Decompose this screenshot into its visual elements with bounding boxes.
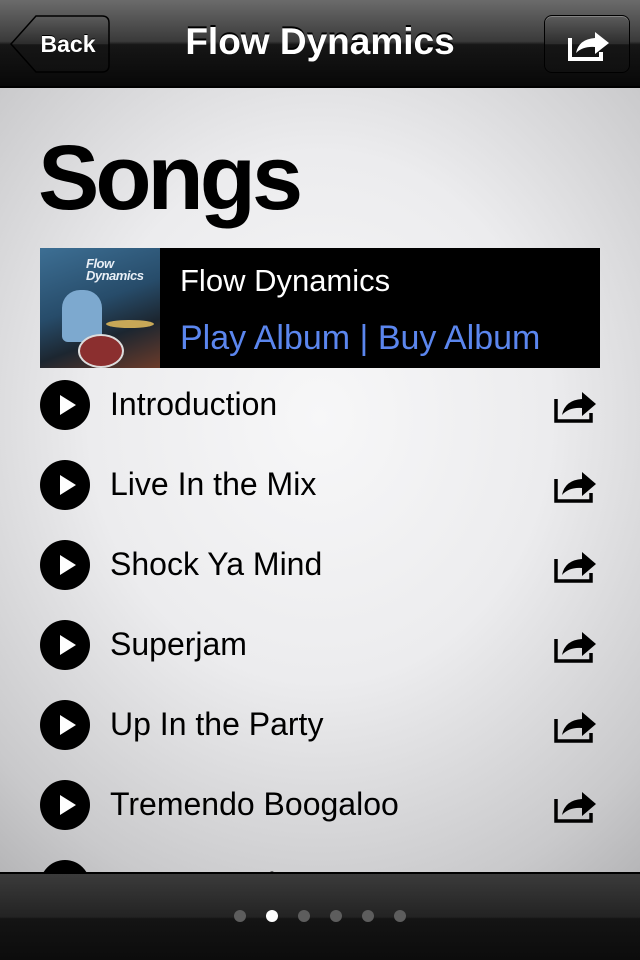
back-button-label: Back (40, 31, 96, 57)
play-album-link[interactable]: Play Album (180, 319, 350, 357)
bottom-toolbar (0, 872, 640, 960)
album-name: Flow Dynamics (180, 263, 391, 298)
buy-album-link[interactable]: Buy Album (378, 319, 541, 357)
page-dot[interactable] (394, 910, 406, 922)
cover-cymbal (106, 320, 154, 328)
song-title: Live In the Mix (110, 466, 317, 502)
song-title: Introduction (110, 386, 278, 422)
song-row[interactable]: Shock Ya Mind (0, 524, 640, 604)
play-icon[interactable] (40, 620, 90, 670)
song-title: Shock Ya Mind (110, 546, 323, 582)
play-icon[interactable] (40, 700, 90, 750)
share-icon[interactable] (553, 548, 597, 584)
share-icon[interactable] (553, 788, 597, 824)
share-icon[interactable] (553, 628, 597, 664)
page-indicator[interactable] (0, 910, 640, 924)
play-icon[interactable] (40, 780, 90, 830)
play-icon[interactable] (40, 460, 90, 510)
share-icon[interactable] (553, 708, 597, 744)
page-dot[interactable] (362, 910, 374, 922)
cover-drum (78, 334, 124, 368)
album-links-separator: | (350, 319, 378, 357)
page-dot[interactable] (234, 910, 246, 922)
song-row[interactable]: Superjam (0, 604, 640, 684)
song-row[interactable]: Introduction (0, 364, 640, 444)
play-icon[interactable] (40, 380, 90, 430)
song-title: Superjam (110, 626, 247, 662)
page-dot-active[interactable] (266, 910, 278, 922)
song-row[interactable]: Tremendo Boogaloo (0, 764, 640, 844)
share-icon[interactable] (553, 468, 597, 504)
album-header: Flow Dynamics Flow Dynamics Play Album |… (40, 248, 600, 368)
album-cover: Flow Dynamics (40, 248, 160, 368)
navigation-bar: Back Flow Dynamics (0, 0, 640, 88)
play-icon[interactable] (40, 860, 90, 872)
share-icon (568, 32, 609, 61)
song-title: Tremendo Boogaloo (110, 786, 399, 822)
play-icon[interactable] (40, 540, 90, 590)
share-icon[interactable] (553, 388, 597, 424)
page-dot[interactable] (298, 910, 310, 922)
songs-screen: Songs Flow Dynamics Flow Dynamics Play A… (0, 88, 640, 872)
share-button[interactable] (544, 15, 630, 73)
song-row[interactable]: Up In the Party (0, 684, 640, 764)
page-title: Songs (38, 127, 303, 229)
page-dot[interactable] (330, 910, 342, 922)
song-row[interactable]: Live In the Mix (0, 444, 640, 524)
song-list: Introduction Live In the Mix Shock Ya Mi… (0, 364, 640, 872)
song-row[interactable]: Agua Segui (0, 844, 640, 872)
navbar-title: Flow Dynamics (185, 21, 455, 62)
album-cover-title: Flow Dynamics (86, 256, 144, 283)
song-title: Up In the Party (110, 706, 324, 742)
album-links: Play Album | Buy Album (180, 318, 540, 358)
back-button[interactable]: Back (10, 15, 110, 73)
song-title: Agua Segui (110, 864, 275, 872)
